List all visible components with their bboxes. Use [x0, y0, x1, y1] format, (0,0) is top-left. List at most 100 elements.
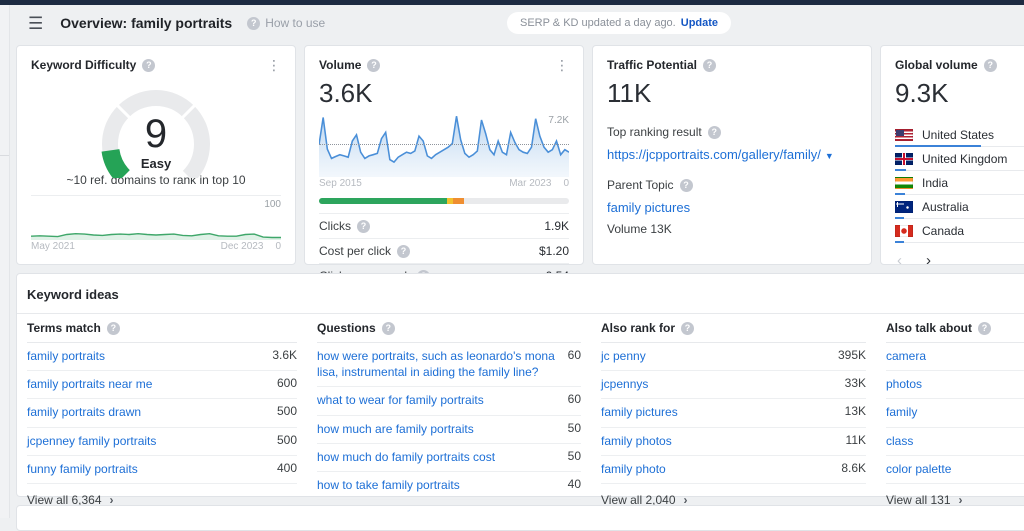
keyword-volume: 60 [568, 392, 581, 406]
help-icon[interactable]: ? [978, 322, 991, 335]
keyword-row: photos [886, 371, 1024, 399]
keyword-link[interactable]: color palette [886, 461, 1024, 477]
keyword-row: jcpennys 33K [601, 371, 866, 399]
keyword-row: jcpenney family portraits 500 [27, 428, 297, 456]
keyword-row: family portraits drawn 500 [27, 399, 297, 427]
keyword-volume: 33K [845, 376, 866, 390]
keyword-ideas-title: Keyword ideas [17, 274, 1024, 314]
clicks-bar-segment [453, 198, 464, 204]
clicks-label: Clicks [319, 219, 351, 233]
top-ranking-url-link[interactable]: https://jcpportraits.com/gallery/family/ [607, 147, 821, 162]
keyword-link[interactable]: funny family portraits [27, 461, 265, 477]
keyword-link[interactable]: family photos [601, 433, 834, 449]
country-volume-bar [895, 241, 904, 243]
chevron-down-icon[interactable]: ▼ [825, 151, 834, 161]
keyword-link[interactable]: family pictures [601, 404, 833, 420]
keyword-volume: 13K [845, 404, 866, 418]
also-rank-for-header: Also rank for [601, 321, 675, 335]
country-name: Australia [922, 200, 969, 214]
help-icon[interactable]: ? [397, 245, 410, 258]
keyword-volume: 8.6K [841, 461, 866, 475]
volume-trend-chart: 7.2K [319, 115, 569, 177]
collapsed-sidebar [0, 5, 10, 518]
terms-match-column: Terms match ? family portraits 3.6K fami… [27, 314, 297, 523]
keyword-volume: 395K [838, 348, 866, 362]
clicks-bar-segment [319, 198, 447, 204]
how-to-use-link[interactable]: ? How to use [247, 16, 325, 30]
next-page-icon[interactable]: › [926, 252, 931, 269]
help-icon[interactable]: ? [703, 59, 716, 72]
kd-date-start: May 2021 [31, 241, 75, 252]
volume-date-end: Mar 2023 [509, 178, 551, 189]
volume-card: Volume ? ⋮ 3.6K 7.2K Sep 2015 Mar 2023 0… [304, 45, 584, 265]
tp-title: Traffic Potential [607, 58, 697, 72]
help-icon[interactable]: ? [107, 322, 120, 335]
keyword-link[interactable]: family photo [601, 461, 829, 477]
keyword-link[interactable]: jc penny [601, 348, 826, 364]
update-notice: SERP & KD updated a day ago. [520, 17, 676, 29]
help-icon[interactable]: ? [382, 322, 395, 335]
country-row: Canada [895, 219, 1024, 243]
keyword-link[interactable]: family portraits [27, 348, 260, 364]
keyword-link[interactable]: family portraits near me [27, 376, 265, 392]
help-icon[interactable]: ? [681, 322, 694, 335]
keyword-link[interactable]: how to take family portraits [317, 477, 556, 493]
volume-axis-min: 0 [563, 178, 569, 189]
next-section-card [16, 505, 1024, 531]
keyword-row: how were portraits, such as leonardo's m… [317, 343, 581, 387]
help-icon[interactable]: ? [142, 59, 155, 72]
clicks-value: 1.9K [544, 219, 569, 233]
keyword-link[interactable]: class [886, 433, 1024, 449]
keyword-volume: 600 [277, 376, 297, 390]
country-list: United States United Kingdom India Austr… [895, 123, 1024, 243]
help-icon[interactable]: ? [708, 126, 721, 139]
sidebar-divider [0, 155, 9, 156]
keyword-row: jc penny 395K [601, 343, 866, 371]
keyword-link[interactable]: family [886, 404, 1024, 420]
keyword-volume: 60 [568, 348, 581, 362]
cpc-label: Cost per click [319, 244, 391, 258]
kebab-menu-icon[interactable]: ⋮ [555, 58, 569, 72]
keyword-link[interactable]: what to wear for family portraits [317, 392, 556, 408]
volume-title: Volume [319, 58, 361, 72]
keyword-row: what to wear for family portraits 60 [317, 387, 581, 415]
global-volume-value: 9.3K [895, 78, 1024, 109]
questions-column: Questions ? how were portraits, such as … [317, 314, 581, 523]
page-title: Overview: family portraits [60, 15, 232, 31]
country-row: Australia [895, 195, 1024, 219]
help-icon[interactable]: ? [367, 59, 380, 72]
us-flag-icon [895, 129, 913, 141]
keyword-difficulty-card: Keyword Difficulty ? ⋮ 9 Easy ~10 ref. d… [16, 45, 296, 265]
keyword-link[interactable]: jcpennys [601, 376, 833, 392]
keyword-link[interactable]: how were portraits, such as leonardo's m… [317, 348, 556, 380]
clicks-distribution-bar [319, 198, 569, 204]
volume-value: 3.6K [319, 78, 569, 109]
volume-axis-max: 7.2K [548, 115, 569, 126]
metric-row-cpc: Cost per click? $1.20 [319, 238, 569, 263]
country-row: United Kingdom [895, 147, 1024, 171]
keyword-link[interactable]: how much do family portraits cost [317, 449, 556, 465]
help-icon: ? [247, 17, 260, 30]
parent-topic-label: Parent Topic [607, 178, 674, 192]
prev-page-icon[interactable]: ‹ [897, 252, 902, 269]
keyword-link[interactable]: camera [886, 348, 1024, 364]
country-name: India [922, 176, 948, 190]
menu-icon[interactable]: ☰ [28, 15, 43, 32]
help-icon[interactable]: ? [984, 59, 997, 72]
canada-flag-icon [895, 225, 913, 237]
help-icon[interactable]: ? [680, 179, 693, 192]
keyword-row: family photos 11K [601, 428, 866, 456]
country-name: United States [922, 128, 994, 142]
keyword-link[interactable]: family portraits drawn [27, 404, 265, 420]
metric-row-clicks: Clicks? 1.9K [319, 213, 569, 238]
keyword-link[interactable]: photos [886, 376, 1024, 392]
keyword-link[interactable]: how much are family portraits [317, 421, 556, 437]
keyword-volume: 50 [568, 449, 581, 463]
australia-flag-icon [895, 201, 913, 213]
help-icon[interactable]: ? [357, 220, 370, 233]
parent-topic-link[interactable]: family pictures [607, 200, 690, 215]
update-button[interactable]: Update [681, 17, 718, 29]
kebab-menu-icon[interactable]: ⋮ [267, 58, 281, 72]
keyword-link[interactable]: jcpenney family portraits [27, 433, 265, 449]
also-rank-for-column: Also rank for ? jc penny 395K jcpennys 3… [601, 314, 866, 523]
